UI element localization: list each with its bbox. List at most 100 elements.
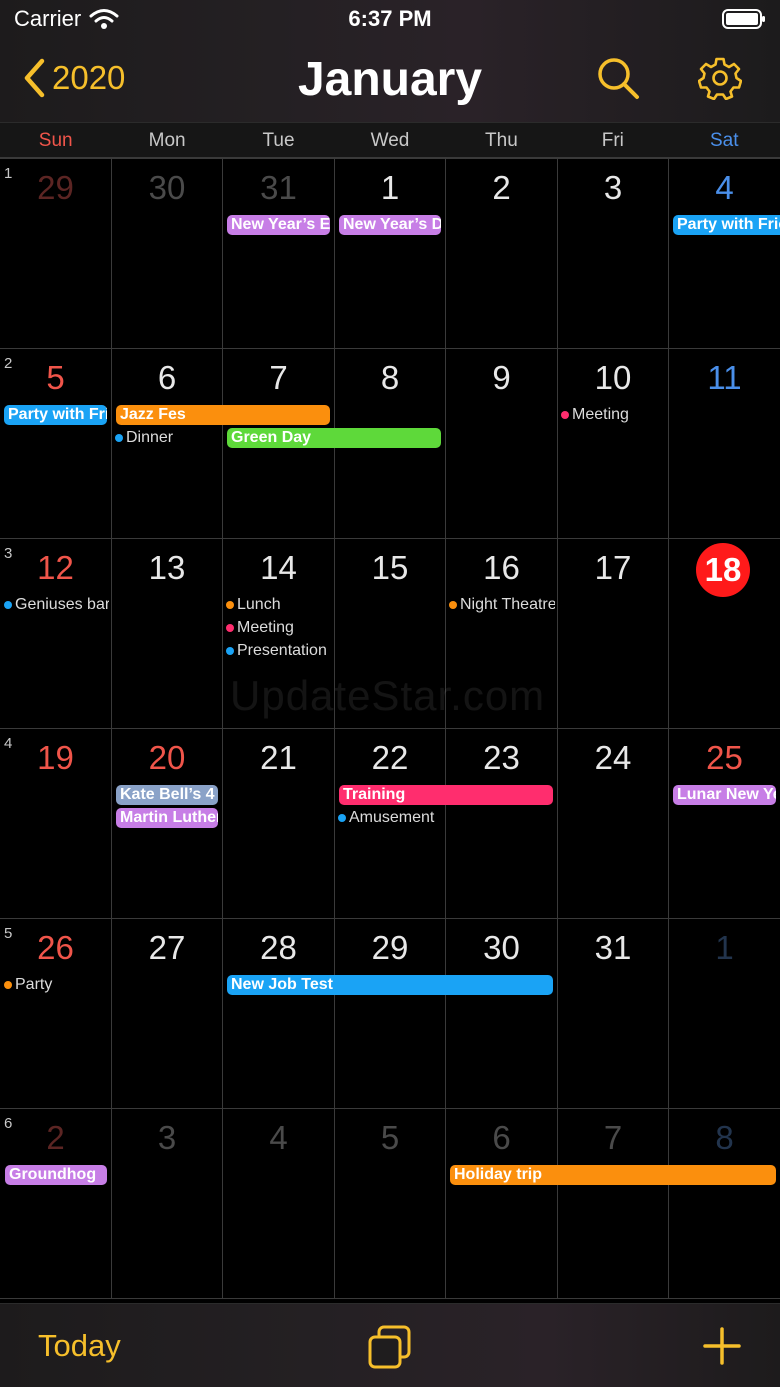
event-label: Amusement — [349, 809, 435, 826]
event-label: Meeting — [572, 406, 629, 423]
day-cell[interactable]: 9 — [445, 349, 557, 539]
day-number: 31 — [594, 929, 632, 966]
event-bar[interactable]: Green Day — [227, 428, 441, 448]
event-item[interactable]: Geniuses bar — [4, 595, 109, 615]
event-item[interactable]: Meeting — [226, 618, 332, 638]
day-cell[interactable]: 28 — [222, 919, 334, 1109]
day-cell[interactable]: 62 — [0, 1109, 111, 1299]
battery-icon — [722, 9, 765, 29]
day-number: 23 — [483, 739, 520, 776]
day-cell[interactable]: 11 — [668, 349, 780, 539]
event-bar[interactable]: New Job Test — [227, 975, 553, 995]
event-bar[interactable]: New Year’s Eve — [227, 215, 330, 235]
day-number: 26 — [37, 929, 74, 966]
day-cell[interactable]: 5 — [334, 1109, 445, 1299]
day-cell[interactable]: 21 — [222, 729, 334, 919]
day-cell[interactable]: 18 — [668, 539, 780, 729]
event-label: Dinner — [126, 429, 174, 446]
day-number: 20 — [148, 739, 186, 776]
day-number: 28 — [260, 929, 297, 966]
event-dot-icon — [226, 601, 234, 609]
add-event-icon[interactable] — [702, 1326, 742, 1366]
event-label: Presentation — [237, 642, 327, 659]
day-cell[interactable]: 3 — [557, 159, 668, 349]
day-number: 8 — [715, 1119, 734, 1156]
day-cell[interactable]: 1 29 — [0, 159, 111, 349]
day-number: 2 — [492, 169, 511, 206]
event-label: Lunar New Year — [677, 786, 776, 803]
day-cell[interactable]: 25 — [668, 729, 780, 919]
day-cell[interactable]: 4 — [668, 159, 780, 349]
day-cell[interactable]: 25 — [0, 349, 111, 539]
event-label: Groundhog — [9, 1166, 97, 1183]
navigation-header: Carrier 6:37 PM 2020 January — [0, 0, 780, 122]
day-cell[interactable]: 13 — [111, 539, 222, 729]
event-bar[interactable]: Lunar New Year — [673, 785, 776, 805]
day-cell[interactable]: 30 — [445, 919, 557, 1109]
event-item[interactable]: Presentation — [226, 641, 332, 661]
day-number: 16 — [483, 549, 520, 586]
day-cell[interactable]: 4 — [222, 1109, 334, 1299]
today-button[interactable]: Today — [38, 1328, 121, 1364]
day-number: 15 — [371, 549, 409, 586]
event-bar[interactable]: New Year’s Day — [339, 215, 441, 235]
day-cell[interactable]: 7 — [557, 1109, 668, 1299]
day-cell[interactable]: 3 12 — [0, 539, 111, 729]
day-number: 5 — [380, 1119, 400, 1156]
day-cell[interactable]: 4 19 — [0, 729, 111, 919]
day-cell[interactable]: 17 — [557, 539, 668, 729]
event-bar[interactable]: Kate Bell’s 4 — [116, 785, 218, 805]
event-bar[interactable]: Martin Luther — [116, 808, 218, 828]
event-bar[interactable]: Groundhog — [5, 1165, 107, 1185]
day-cell[interactable]: 1 — [334, 159, 445, 349]
day-cell[interactable]: 3 — [111, 1109, 222, 1299]
event-label: Lunch — [237, 596, 281, 613]
day-cell[interactable]: 2 — [445, 159, 557, 349]
event-bar[interactable]: Training — [339, 785, 553, 805]
search-icon[interactable] — [596, 56, 640, 100]
day-cell[interactable]: 8 — [668, 1109, 780, 1299]
day-cell[interactable]: 10 — [557, 349, 668, 539]
day-number: 17 — [594, 549, 632, 586]
event-item[interactable]: Dinner — [115, 428, 220, 448]
event-item[interactable]: Meeting — [561, 405, 666, 425]
gear-icon[interactable] — [698, 56, 742, 100]
day-number: 2 — [46, 1119, 65, 1156]
event-bar[interactable]: Holiday trip — [450, 1165, 776, 1185]
day-number: 8 — [380, 359, 400, 396]
day-cell[interactable]: 23 — [445, 729, 557, 919]
event-bar[interactable]: Party with Friends — [673, 215, 780, 235]
weekday-wed: Wed — [370, 130, 410, 151]
day-cell[interactable]: 31 — [222, 159, 334, 349]
day-number: 13 — [148, 549, 186, 586]
day-cell[interactable]: 29 — [334, 919, 445, 1109]
day-cell[interactable]: 1 — [668, 919, 780, 1109]
day-cell[interactable]: 5 26 — [0, 919, 111, 1109]
day-cell[interactable]: 27 — [111, 919, 222, 1109]
event-label: Training — [343, 786, 406, 803]
event-label: Party with Friends — [8, 406, 107, 423]
event-bar[interactable]: Party with Friends — [4, 405, 107, 425]
event-item[interactable]: Amusement — [338, 808, 443, 828]
event-bar[interactable]: Jazz Fes — [116, 405, 330, 425]
day-cell[interactable]: 6 — [445, 1109, 557, 1299]
day-number: 7 — [603, 1119, 623, 1156]
event-label: Green Day — [231, 429, 312, 446]
event-dot-icon — [449, 601, 457, 609]
day-cell[interactable]: 31 — [557, 919, 668, 1109]
day-number: 29 — [371, 929, 409, 966]
day-cell[interactable]: 24 — [557, 729, 668, 919]
event-item[interactable]: Night Theatre — [449, 595, 555, 615]
weekday-header: Sun Mon Tue Wed Thu Fri Sat — [0, 122, 780, 158]
today-marker: 18 — [696, 543, 750, 597]
weekday-mon: Mon — [148, 130, 186, 151]
day-cell[interactable]: 30 — [111, 159, 222, 349]
day-number: 7 — [269, 359, 288, 396]
day-number: 31 — [260, 169, 297, 206]
day-number: 14 — [260, 549, 297, 586]
event-item[interactable]: Party — [4, 975, 109, 995]
week-row: 25 6 7 8 9 10 11 Party with Friends Jazz Fes Dinn… — [0, 348, 780, 539]
view-switch-icon[interactable] — [367, 1324, 413, 1370]
event-item[interactable]: Lunch — [226, 595, 332, 615]
day-number: 1 — [715, 929, 734, 966]
